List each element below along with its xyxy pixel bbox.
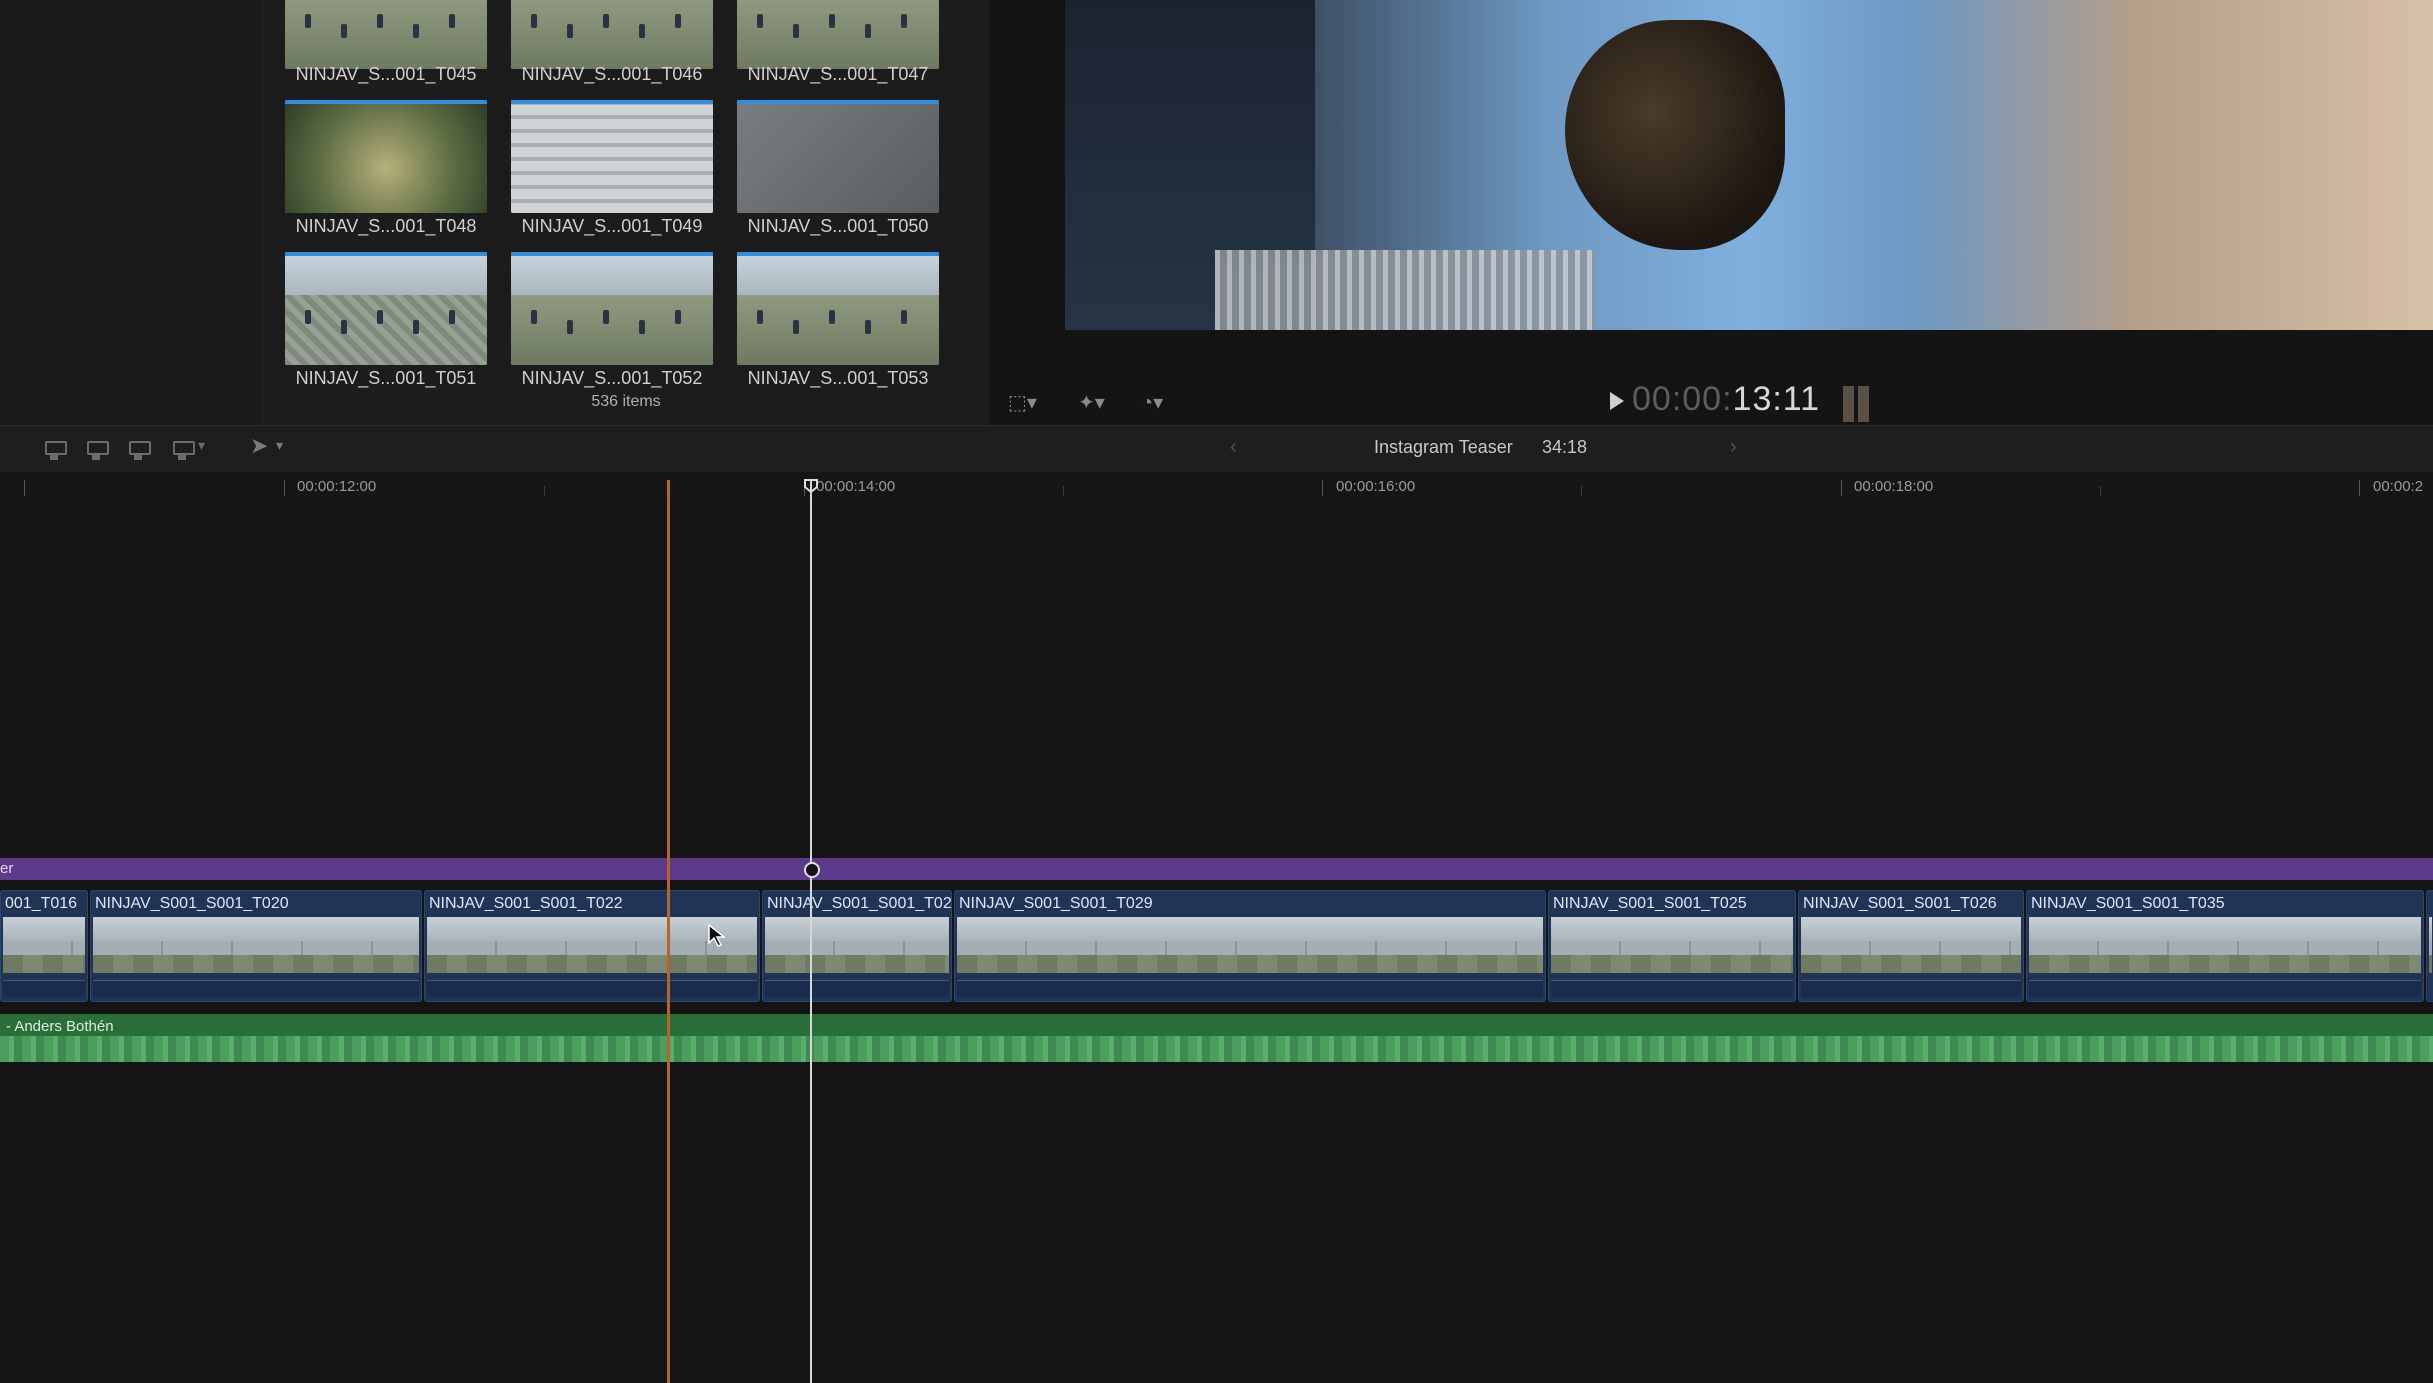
clip-thumbnail[interactable] [285, 252, 487, 365]
timeline-clip[interactable]: NINJAV_S001_S001_T022 [762, 890, 952, 1002]
clip-thumbnail-label: NINJAV_S...001_T046 [521, 64, 703, 84]
next-project-arrow[interactable]: › [1730, 436, 1737, 459]
video-glove [1565, 20, 1785, 250]
clip-thumbnail[interactable] [511, 0, 713, 69]
overwrite-clip-icon[interactable] [170, 438, 195, 460]
timeline-toolbar: ▾ ➤ ▾ [0, 425, 2433, 473]
clip-thumbnail[interactable] [285, 100, 487, 213]
timeline-clip[interactable]: NINJAV_S001_S001_T025 [1548, 890, 1796, 1002]
clip-name: NINJAV_S001_S001_T020 [95, 895, 289, 912]
timecode-seconds-frames: 13:11 [1732, 380, 1821, 418]
play-icon[interactable] [1610, 392, 1624, 410]
clip-thumbnail-label: NINJAV_S...001_T047 [747, 64, 929, 84]
clip-name: NINJAV_S001_S001_T035 [2031, 895, 2225, 912]
project-name: Instagram Teaser [1374, 437, 1513, 457]
clip-thumbnail-label: NINJAV_S...001_T053 [747, 368, 929, 388]
skimmer-line[interactable] [667, 480, 670, 1383]
items-count: 536 items [591, 393, 661, 410]
timecode-display[interactable]: 00:00:13:11 [1632, 380, 1820, 419]
mouse-cursor-icon [708, 924, 726, 947]
clip-thumbnail-label: NINJAV_S...001_T051 [295, 368, 477, 388]
ruler-label: 00:00:2 [2373, 478, 2424, 495]
playhead-line[interactable] [810, 480, 812, 1383]
video-fence [1215, 250, 1595, 330]
timeline-clip[interactable]: NINJAV_S001_S001_T035 [2026, 890, 2424, 1002]
timeline-clip-partial[interactable] [2426, 890, 2433, 1002]
project-duration: 34:18 [1542, 437, 1588, 457]
speed-icon[interactable]: ◔▾ [1141, 390, 1163, 415]
music-waveform [0, 1036, 2433, 1062]
ruler-label: 00:00:14:00 [816, 478, 896, 495]
libraries-sidebar [0, 0, 263, 425]
edit-options-chevron-icon[interactable]: ▾ [198, 437, 205, 454]
clip-thumbnail[interactable] [511, 252, 713, 365]
music-track-label: - Anders Bothén [6, 1018, 114, 1035]
clip-name: NINJAV_S001_S001_T026 [1803, 895, 1997, 912]
storyline-label: er [0, 860, 14, 877]
clip-name: 001_T016 [5, 895, 78, 912]
clip-name: NINJAV_S001_S001_T022 [429, 895, 623, 912]
timeline-clip[interactable]: NINJAV_S001_S001_T029 [954, 890, 1546, 1002]
ruler-label: 00:00:18:00 [1854, 478, 1934, 495]
clip-name: NINJAV_S001_S001_T022 [767, 895, 952, 912]
clip-thumbnail[interactable] [737, 100, 939, 213]
clip-thumbnail[interactable] [285, 0, 487, 69]
audio-meter-icon[interactable] [1843, 386, 1873, 422]
timeline-clip[interactable]: NINJAV_S001_S001_T026 [1798, 890, 2024, 1002]
previous-project-arrow[interactable]: ‹ [1230, 436, 1237, 459]
insert-clip-icon[interactable] [84, 438, 109, 460]
timecode-hours-minutes: 00:00: [1632, 380, 1733, 418]
clip-thumbnail-label: NINJAV_S...001_T048 [295, 216, 477, 236]
clip-thumbnail[interactable] [737, 0, 939, 69]
clip-name: NINJAV_S001_S001_T025 [1553, 895, 1747, 912]
select-tool-chevron-icon[interactable]: ▾ [276, 437, 283, 454]
clip-thumbnail-label: NINJAV_S...001_T049 [521, 216, 703, 236]
playhead-handle-icon[interactable] [803, 478, 819, 494]
enhance-icon[interactable]: ✦▾ [1078, 390, 1105, 415]
clip-name: NINJAV_S001_S001_T029 [959, 895, 1153, 912]
timeline-ruler[interactable]: 00:00:12:00 00:00:14:00 00:00:16:00 00:0… [0, 472, 2433, 503]
video-frame [1065, 0, 2433, 330]
append-clip-icon[interactable] [126, 438, 151, 460]
clip-thumbnail[interactable] [511, 100, 713, 213]
ruler-label: 00:00:16:00 [1336, 478, 1416, 495]
connect-clip-icon[interactable] [42, 438, 67, 460]
storyline-bar[interactable] [0, 858, 2433, 880]
transform-icon[interactable]: ⬚▾ [1008, 390, 1037, 415]
clip-thumbnail-label: NINJAV_S...001_T050 [747, 216, 929, 236]
ruler-label: 00:00:12:00 [297, 478, 377, 495]
timeline-clip[interactable]: NINJAV_S001_S001_T020 [90, 890, 422, 1002]
playhead-knob[interactable] [804, 862, 820, 878]
clip-thumbnail[interactable] [737, 252, 939, 365]
select-tool-icon[interactable]: ➤ [250, 433, 268, 459]
clip-thumbnail-label: NINJAV_S...001_T045 [295, 64, 477, 84]
timeline-clip[interactable]: 001_T016 [0, 890, 88, 1002]
clip-thumbnail-label: NINJAV_S...001_T052 [521, 368, 703, 388]
